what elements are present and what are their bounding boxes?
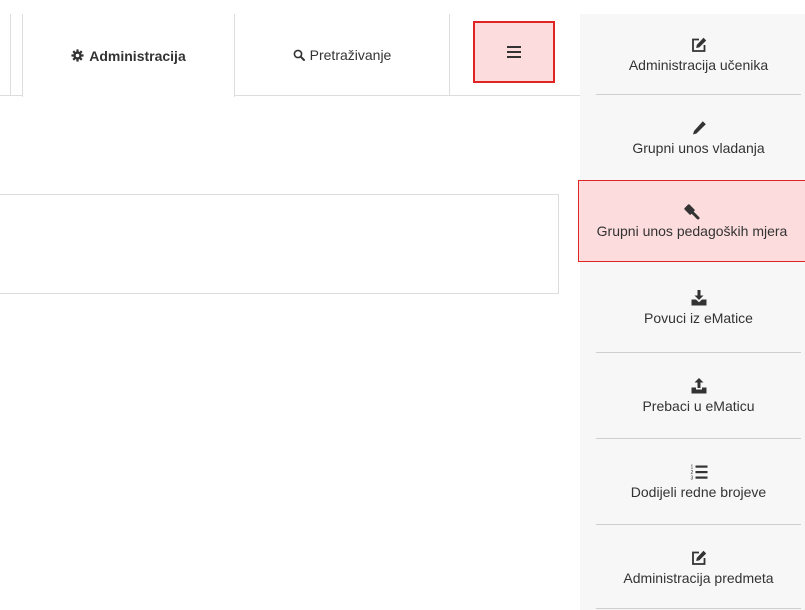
sidemenu-item-dodijeli-redne-brojeve[interactable]: 1 2 3 Dodijeli redne brojeve	[596, 439, 801, 525]
tab-administracija-label: Administracija	[89, 47, 186, 64]
sidemenu-item-label: Prebaci u eMaticu	[642, 398, 755, 414]
edit-icon	[690, 549, 708, 569]
sidemenu-item-prebaci-u-ematicu[interactable]: Prebaci u eMaticu	[596, 353, 801, 439]
sidemenu-item-grupni-unos-pedagoskih-mjera[interactable]: Grupni unos pedagoških mjera	[578, 180, 805, 262]
sidemenu-item-label: Administracija predmeta	[623, 569, 774, 586]
tab-bar: Administracija Pretraživanje	[0, 14, 580, 97]
sidemenu-item-label: Grupni unos pedagoških mjera	[596, 223, 788, 239]
menu-tab	[450, 14, 580, 96]
hamburger-menu-button[interactable]	[473, 21, 555, 83]
upload-icon	[690, 377, 708, 397]
tab-partial[interactable]	[0, 14, 11, 96]
content-panel	[0, 194, 559, 294]
sidemenu-item-administracija-predmeta[interactable]: Administracija predmeta	[596, 525, 801, 610]
svg-text:3: 3	[690, 476, 693, 482]
cog-icon	[71, 49, 84, 62]
sidemenu-item-label: Grupni unos vladanja	[632, 140, 765, 156]
sidemenu-item-label: Administracija učenika	[628, 56, 769, 73]
sidemenu-item-grupni-unos-vladanja[interactable]: Grupni unos vladanja	[596, 95, 801, 181]
hamburger-icon	[507, 45, 521, 59]
edit-icon	[690, 36, 708, 56]
tab-pretrazivanje[interactable]: Pretraživanje	[235, 14, 450, 96]
gavel-icon	[682, 202, 702, 222]
sidemenu-item-administracija-ucenika[interactable]: Administracija učenika	[596, 14, 801, 95]
tab-pretrazivanje-label: Pretraživanje	[309, 47, 392, 63]
sidemenu-item-label: Povuci iz eMatice	[644, 310, 753, 326]
sidemenu-item-label: Dodijeli redne brojeve	[630, 484, 767, 500]
sidemenu-divider	[596, 608, 801, 609]
ordered-list-icon: 1 2 3	[690, 463, 708, 483]
pencil-icon	[690, 119, 708, 139]
tab-administracija[interactable]: Administracija	[22, 14, 235, 97]
download-icon	[690, 289, 708, 309]
side-menu: Administracija učenika Grupni unos vlada…	[578, 14, 805, 610]
search-icon	[293, 49, 305, 61]
sidemenu-item-povuci-iz-ematice[interactable]: Povuci iz eMatice	[596, 264, 801, 352]
